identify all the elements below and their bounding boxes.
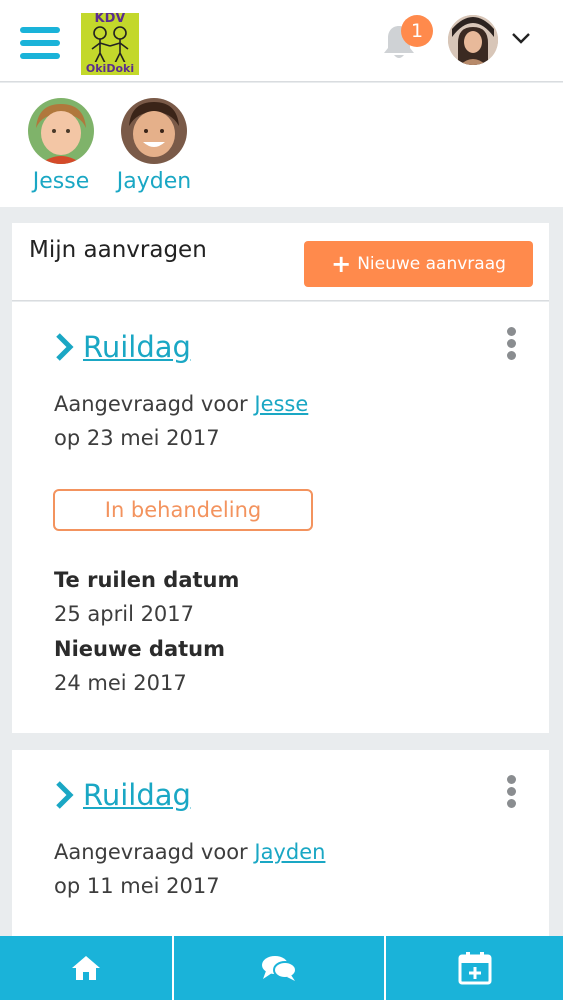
- nav-home[interactable]: [0, 936, 174, 1000]
- requested-for-prefix: Aangevraagd voor: [54, 392, 248, 416]
- status-badge: In behandeling: [53, 489, 313, 531]
- child-name: Jesse: [32, 169, 90, 194]
- new-date-label: Nieuwe datum: [54, 637, 225, 661]
- logo-figures-icon: [91, 26, 129, 64]
- swap-date-value: 25 april 2017: [54, 602, 195, 626]
- hamburger-icon[interactable]: [20, 27, 60, 61]
- requested-for-prefix: Aangevraagd voor: [54, 840, 248, 864]
- request-title-link[interactable]: Ruildag: [53, 330, 191, 364]
- chevron-right-icon: [56, 781, 74, 809]
- requests-header: Mijn aanvragen + Nieuwe aanvraag: [12, 223, 549, 301]
- child-link[interactable]: Jayden: [254, 840, 325, 864]
- notification-badge: 1: [401, 15, 433, 47]
- nav-messages[interactable]: [174, 936, 386, 1000]
- child-avatar: [121, 98, 187, 164]
- nav-calendar[interactable]: [386, 936, 563, 1000]
- requested-for: Aangevraagd voor Jesse: [54, 392, 308, 416]
- logo[interactable]: KDV OkiDoki: [81, 13, 139, 75]
- request-card: Ruildag Aangevraagd voor Jayden op 11 me…: [12, 750, 549, 950]
- children-selector: Jesse Jayden: [0, 83, 563, 207]
- new-request-label: Nieuwe aanvraag: [357, 254, 506, 274]
- child-jesse[interactable]: Jesse: [16, 98, 106, 194]
- chat-icon: [262, 956, 297, 981]
- swap-date-label: Te ruilen datum: [54, 568, 240, 592]
- new-date-value: 24 mei 2017: [54, 671, 187, 695]
- home-icon: [72, 956, 100, 980]
- chevron-right-icon: [56, 333, 74, 361]
- page-title: Mijn aanvragen: [29, 237, 207, 263]
- child-avatar: [28, 98, 94, 164]
- calendar-add-icon: [458, 952, 491, 985]
- logo-text-bottom: OkiDoki: [81, 62, 139, 75]
- bottom-nav: [0, 936, 563, 1000]
- child-link[interactable]: Jesse: [254, 392, 308, 416]
- profile-avatar[interactable]: [448, 15, 498, 65]
- top-bar: KDV OkiDoki 1: [0, 0, 563, 82]
- plus-icon: +: [331, 250, 352, 278]
- more-options-icon[interactable]: [507, 327, 519, 363]
- request-title: Ruildag: [83, 330, 191, 364]
- child-name: Jayden: [116, 169, 192, 194]
- chevron-down-icon[interactable]: [511, 30, 531, 49]
- more-options-icon[interactable]: [507, 775, 519, 811]
- request-card: Ruildag Aangevraagd voor Jesse op 23 mei…: [12, 302, 549, 733]
- request-date: op 23 mei 2017: [54, 426, 220, 450]
- child-jayden[interactable]: Jayden: [109, 98, 199, 194]
- request-title: Ruildag: [83, 778, 191, 812]
- request-title-link[interactable]: Ruildag: [53, 778, 191, 812]
- new-request-button[interactable]: + Nieuwe aanvraag: [304, 241, 533, 287]
- request-date: op 11 mei 2017: [54, 874, 220, 898]
- requested-for: Aangevraagd voor Jayden: [54, 840, 325, 864]
